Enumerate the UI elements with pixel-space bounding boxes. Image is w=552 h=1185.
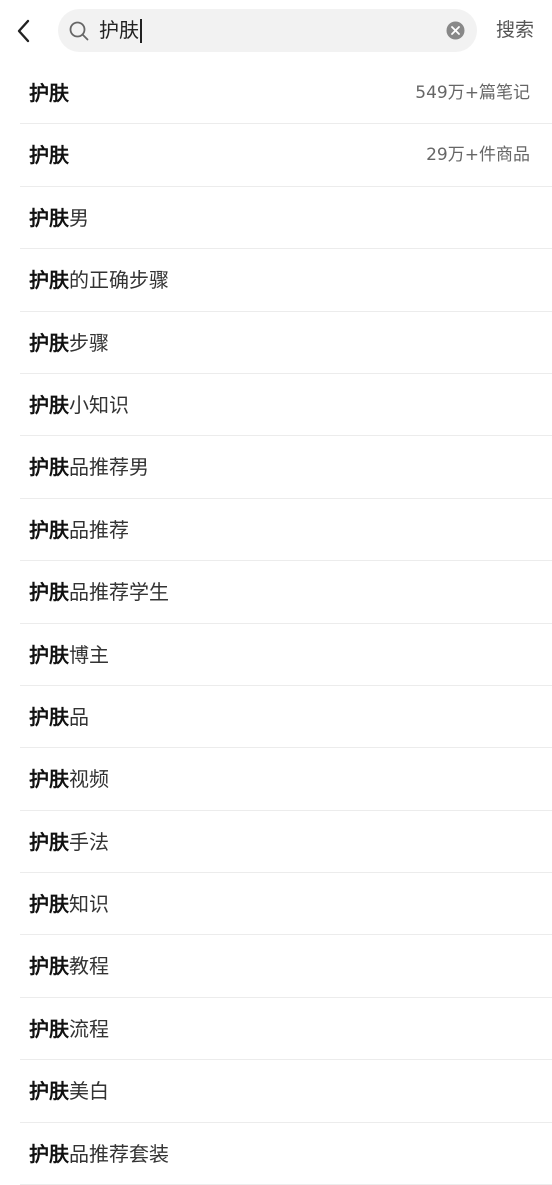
suggestion-count: 549万+篇笔记	[415, 83, 530, 103]
suggestion-text: 护肤博主	[29, 624, 109, 686]
suggestion-suffix: 美白	[69, 1079, 109, 1104]
suggestion-keyword: 护肤	[29, 1079, 69, 1104]
suggestion-keyword: 护肤	[29, 392, 69, 417]
suggestion-suffix: 博主	[69, 642, 109, 667]
suggestion-keyword: 护肤	[29, 517, 69, 542]
suggestion-text: 护肤	[29, 124, 69, 186]
suggestion-keyword: 护肤	[29, 642, 69, 667]
back-button[interactable]	[6, 11, 42, 51]
suggestion-suffix: 步骤	[69, 330, 109, 355]
search-icon	[69, 21, 89, 41]
suggestion-keyword: 护肤	[29, 1141, 69, 1166]
suggestion-suffix: 品	[69, 704, 89, 729]
suggestion-keyword: 护肤	[29, 81, 69, 105]
suggestion-text: 护肤	[29, 62, 69, 124]
suggestion-suffix: 小知识	[69, 392, 129, 417]
suggestion-count: 29万+件商品	[426, 145, 530, 166]
suggestion-text: 护肤知识	[29, 873, 109, 935]
suggestion-text: 护肤视频	[29, 748, 109, 810]
suggestion-suffix: 知识	[69, 892, 109, 917]
suggestion-item[interactable]: 护肤品推荐套装	[20, 1123, 552, 1185]
chevron-left-icon	[17, 19, 30, 43]
search-header: 护肤 搜索	[0, 0, 552, 62]
suggestion-item[interactable]: 护肤的正确步骤	[20, 249, 552, 312]
suggestion-suffix: 品推荐套装	[69, 1141, 169, 1166]
search-button[interactable]: 搜索	[496, 9, 534, 52]
clear-icon[interactable]	[446, 21, 465, 40]
suggestion-text: 护肤品推荐套装	[29, 1123, 169, 1185]
suggestion-text: 护肤品推荐	[29, 499, 129, 561]
suggestion-keyword: 护肤	[29, 1016, 69, 1041]
suggestion-suffix: 手法	[69, 829, 109, 854]
suggestion-item[interactable]: 护肤博主	[20, 624, 552, 686]
suggestion-keyword: 护肤	[29, 954, 69, 979]
suggestion-item[interactable]: 护肤 29万+件商品	[20, 124, 552, 187]
suggestion-text: 护肤品推荐男	[29, 436, 149, 498]
suggestion-item[interactable]: 护肤手法	[20, 811, 552, 874]
search-query-value: 护肤	[99, 18, 139, 42]
suggestion-keyword: 护肤	[29, 330, 69, 355]
suggestion-keyword: 护肤	[29, 892, 69, 917]
suggestion-keyword: 护肤	[29, 580, 69, 605]
suggestion-suffix: 品推荐男	[69, 455, 149, 480]
suggestion-item[interactable]: 护肤流程	[20, 998, 552, 1061]
text-caret	[140, 18, 142, 43]
suggestion-text: 护肤教程	[29, 935, 109, 997]
suggestion-item[interactable]: 护肤 549万+篇笔记	[20, 62, 552, 125]
suggestion-text: 护肤流程	[29, 998, 109, 1060]
suggestion-text: 护肤美白	[29, 1060, 109, 1122]
suggestion-suffix: 教程	[69, 954, 109, 979]
suggestion-item[interactable]: 护肤品	[20, 686, 552, 749]
suggestion-keyword: 护肤	[29, 143, 69, 168]
suggestion-text: 护肤品	[29, 686, 89, 748]
suggestion-text: 护肤的正确步骤	[29, 249, 169, 311]
suggestion-text: 护肤手法	[29, 811, 109, 873]
suggestion-keyword: 护肤	[29, 268, 69, 293]
suggestion-suffix: 的正确步骤	[69, 268, 169, 293]
suggestion-keyword: 护肤	[29, 704, 69, 729]
suggestion-item[interactable]: 护肤品推荐男	[20, 436, 552, 499]
suggestion-suffix: 男	[69, 205, 89, 230]
suggestion-item[interactable]: 护肤品推荐学生	[20, 561, 552, 624]
suggestion-item[interactable]: 护肤教程	[20, 935, 552, 998]
suggestion-item[interactable]: 护肤步骤	[20, 312, 552, 374]
suggestion-text: 护肤小知识	[29, 374, 129, 436]
suggestion-keyword: 护肤	[29, 455, 69, 480]
suggestion-item[interactable]: 护肤美白	[20, 1060, 552, 1123]
suggestion-keyword: 护肤	[29, 205, 69, 230]
suggestion-text: 护肤步骤	[29, 312, 109, 374]
suggestion-suffix: 品推荐	[69, 517, 129, 542]
suggestion-item[interactable]: 护肤小知识	[20, 374, 552, 437]
suggestion-keyword: 护肤	[29, 767, 69, 792]
suggestion-item[interactable]: 护肤视频	[20, 748, 552, 811]
suggestion-suffix: 品推荐学生	[69, 580, 169, 605]
suggestion-suffix: 流程	[69, 1016, 109, 1041]
search-input[interactable]: 护肤	[58, 9, 477, 52]
suggestion-keyword: 护肤	[29, 829, 69, 854]
search-query-text[interactable]: 护肤	[99, 9, 142, 52]
suggestion-list: 护肤 549万+篇笔记 护肤 29万+件商品 护肤男 护肤的正确步骤 护肤步骤 护肤小知识 护肤…	[0, 62, 552, 1185]
suggestion-text: 护肤品推荐学生	[29, 561, 169, 623]
suggestion-item[interactable]: 护肤男	[20, 187, 552, 250]
suggestion-item[interactable]: 护肤知识	[20, 873, 552, 936]
suggestion-suffix: 视频	[69, 767, 109, 792]
suggestion-item[interactable]: 护肤品推荐	[20, 499, 552, 562]
suggestion-text: 护肤男	[29, 187, 89, 249]
